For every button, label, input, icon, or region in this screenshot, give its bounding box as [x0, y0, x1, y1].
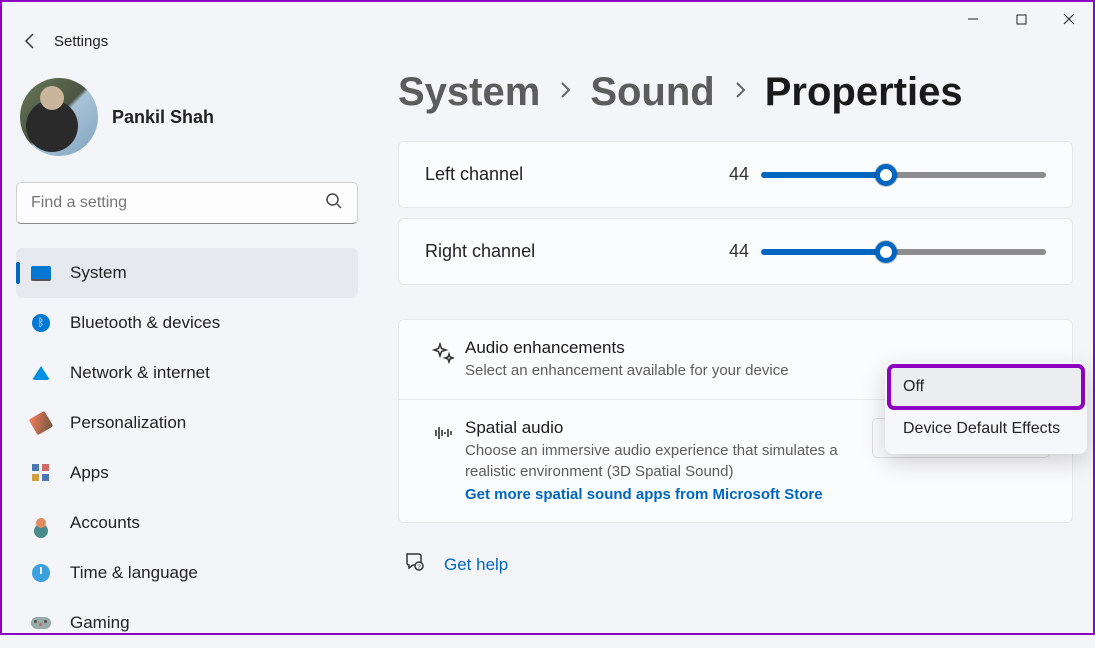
help-icon: ? [404, 551, 426, 578]
app-title: Settings [54, 33, 108, 50]
header-row: Settings [2, 26, 1093, 56]
right-channel-card: Right channel 44 [398, 218, 1073, 285]
profile-block[interactable]: Pankil Shah [12, 70, 362, 164]
sidebar-item-label: Time & language [70, 563, 198, 583]
chevron-right-icon [733, 80, 747, 105]
sidebar-item-bluetooth[interactable]: ᛒ Bluetooth & devices [16, 298, 358, 348]
spatial-subtitle: Choose an immersive audio experience tha… [465, 440, 856, 482]
gamepad-icon [30, 612, 52, 634]
sidebar-item-label: Network & internet [70, 363, 210, 383]
left-channel-value: 44 [705, 164, 749, 185]
search-input[interactable] [31, 194, 325, 212]
sidebar-item-gaming[interactable]: Gaming [16, 598, 358, 648]
close-button[interactable] [1045, 2, 1093, 36]
system-icon [30, 262, 52, 284]
person-icon [30, 512, 52, 534]
sidebar-item-network[interactable]: Network & internet [16, 348, 358, 398]
left-channel-slider[interactable] [761, 172, 1046, 178]
brush-icon [30, 412, 52, 434]
sidebar-item-label: System [70, 263, 127, 283]
breadcrumb: System Sound Properties [398, 70, 1073, 115]
sidebar: Pankil Shah System ᛒ Bluetooth & devices… [2, 56, 372, 633]
spatial-store-link[interactable]: Get more spatial sound apps from Microso… [465, 486, 823, 503]
right-channel-label: Right channel [425, 241, 705, 262]
sidebar-item-system[interactable]: System [16, 248, 358, 298]
minimize-button[interactable] [949, 2, 997, 36]
breadcrumb-link-sound[interactable]: Sound [590, 70, 714, 115]
soundwave-icon [421, 418, 465, 444]
profile-name: Pankil Shah [112, 107, 214, 128]
enhancements-menu: Off Device Default Effects [885, 362, 1087, 454]
left-channel-label: Left channel [425, 164, 705, 185]
enhancements-title: Audio enhancements [465, 338, 856, 358]
sparkle-icon [421, 338, 465, 364]
avatar [20, 78, 98, 156]
sidebar-item-label: Personalization [70, 413, 186, 433]
slider-thumb[interactable] [875, 241, 897, 263]
get-help-link[interactable]: ? Get help [398, 551, 1073, 578]
chevron-right-icon [558, 80, 572, 105]
sidebar-item-apps[interactable]: Apps [16, 448, 358, 498]
spatial-title: Spatial audio [465, 418, 856, 438]
menu-item-off[interactable]: Off [889, 366, 1083, 408]
clock-icon [30, 562, 52, 584]
sidebar-item-personalization[interactable]: Personalization [16, 398, 358, 448]
right-channel-slider[interactable] [761, 249, 1046, 255]
apps-icon [30, 462, 52, 484]
search-icon [325, 192, 343, 215]
sidebar-item-accounts[interactable]: Accounts [16, 498, 358, 548]
menu-item-device-default[interactable]: Device Default Effects [889, 408, 1083, 450]
enhancements-subtitle: Select an enhancement available for your… [465, 360, 856, 381]
sidebar-item-label: Apps [70, 463, 109, 483]
sidebar-item-label: Bluetooth & devices [70, 313, 220, 333]
breadcrumb-current: Properties [765, 70, 963, 115]
slider-thumb[interactable] [875, 164, 897, 186]
search-box[interactable] [16, 182, 358, 224]
sidebar-item-label: Gaming [70, 613, 130, 633]
back-button[interactable] [12, 23, 48, 59]
help-label: Get help [444, 555, 508, 575]
left-channel-card: Left channel 44 [398, 141, 1073, 208]
right-channel-value: 44 [705, 241, 749, 262]
breadcrumb-link-system[interactable]: System [398, 70, 540, 115]
bluetooth-icon: ᛒ [30, 312, 52, 334]
wifi-icon [30, 362, 52, 384]
main-content: System Sound Properties Left channel 44 … [372, 56, 1093, 633]
sidebar-item-label: Accounts [70, 513, 140, 533]
sidebar-item-time[interactable]: Time & language [16, 548, 358, 598]
maximize-button[interactable] [997, 2, 1045, 36]
